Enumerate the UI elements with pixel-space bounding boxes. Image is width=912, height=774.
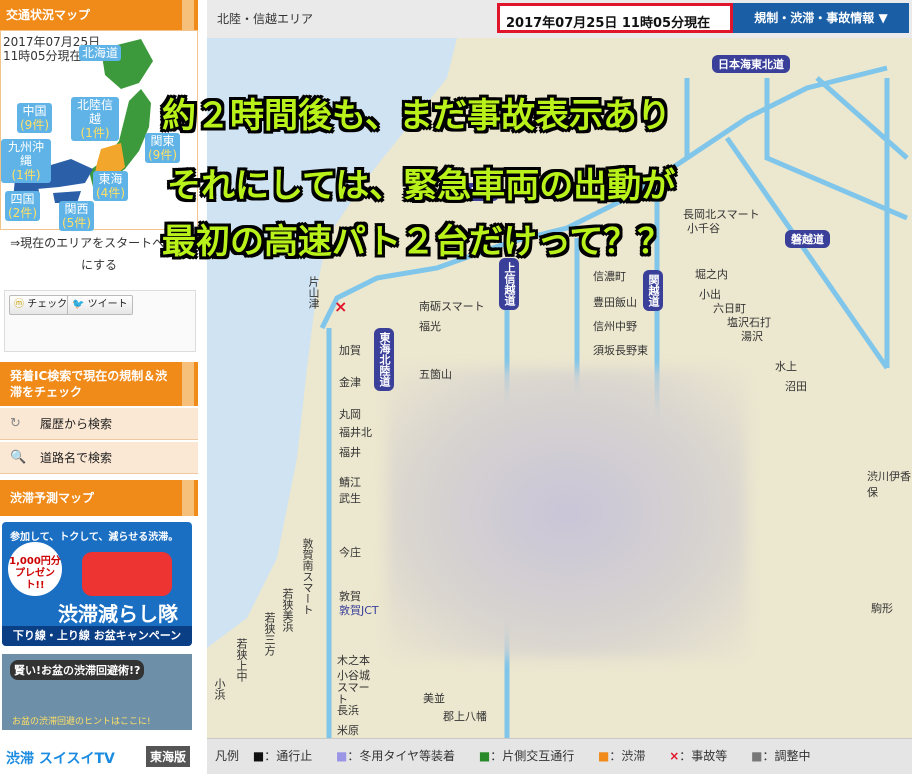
region-shikoku[interactable]: 四国 (2件) <box>5 191 40 221</box>
place-nanto[interactable]: 南砺スマート <box>419 298 485 314</box>
road-nihonkai-tohoku[interactable]: 日本海東北道 <box>712 55 790 73</box>
place-maruoka[interactable]: 丸岡 <box>339 406 361 422</box>
traffic-map[interactable]: × 日本海東北道 北陸道 上信越道 関越道 東海北陸道 磐越道 片山津 加賀 金… <box>207 38 912 738</box>
place-minami[interactable]: 美並 <box>423 690 445 706</box>
legend-item-alternating: ■：片側交互通行 <box>478 749 575 763</box>
chevron-right-icon <box>182 0 194 30</box>
place-takefu[interactable]: 武生 <box>339 490 361 506</box>
place-suzaka-naganohigashi[interactable]: 須坂長野東 <box>593 342 648 358</box>
ic-search-menu[interactable]: 発着IC検索で現在の規制＆渋滞をチェック <box>0 362 198 406</box>
check-button[interactable]: ⓜ チェック <box>9 295 73 315</box>
road-name-search-button[interactable]: 🔍 道路名で検索 <box>0 442 198 474</box>
chevron-right-icon <box>182 480 194 516</box>
region-kyushu-okinawa[interactable]: 九州沖縄 (1件) <box>1 139 51 183</box>
place-wakasa-mihama[interactable]: 若狭美浜 <box>279 588 295 632</box>
blurred-region <box>387 368 747 658</box>
road-kanetsu[interactable]: 関越道 <box>643 270 663 311</box>
social-buttons: ⓜ チェック 🐦 ツイート <box>4 290 196 352</box>
magnifier-icon: 🔍 <box>10 450 27 465</box>
place-minakami[interactable]: 水上 <box>775 358 797 374</box>
car-icon <box>82 552 172 596</box>
place-shibukawa[interactable]: 渋川伊香保 <box>867 468 912 500</box>
place-yuzawa[interactable]: 湯沢 <box>741 328 763 344</box>
congestion-forecast-menu[interactable]: 渋滞予測マップ <box>0 480 198 516</box>
place-maibara[interactable]: 米原 <box>337 722 359 738</box>
place-fukumitsu[interactable]: 福光 <box>419 318 441 334</box>
place-shinshu-nakano[interactable]: 信州中野 <box>593 318 637 334</box>
place-komagata[interactable]: 駒形 <box>871 600 893 616</box>
jam-reduction-campaign-banner[interactable]: 参加して、トクして、減らせる渋滞。 1,000円分プレゼント!! 渋滞減らし隊 … <box>2 522 192 646</box>
caption-line-2: それにしては、緊急車両の出動が <box>167 166 676 206</box>
place-fukui[interactable]: 福井 <box>339 444 361 460</box>
place-gokayama[interactable]: 五箇山 <box>419 366 452 382</box>
region-kansai[interactable]: 関西 (5件) <box>59 201 94 231</box>
region-tokai[interactable]: 東海 (4件) <box>93 171 128 201</box>
accident-marker: × <box>334 297 347 316</box>
timestamp-text: 2017年07月25日 11時05分現在 <box>506 16 711 31</box>
place-kinomoto[interactable]: 木之本 <box>337 652 370 668</box>
region-chugoku[interactable]: 中国 (9件) <box>17 103 52 133</box>
legend-item-closed: ■：通行止 <box>252 749 313 763</box>
legend-item-adjusting: ■：調整中 <box>751 749 811 763</box>
road-joshinetsu[interactable]: 上信越道 <box>499 258 519 310</box>
place-imajo[interactable]: 今庄 <box>339 544 361 560</box>
road-tokai-hokuriku[interactable]: 東海北陸道 <box>374 328 394 391</box>
legend-item-winter-tires: ■：冬用タイヤ等装着 <box>336 749 456 763</box>
place-nagahama[interactable]: 長浜 <box>337 702 359 718</box>
area-title: 北陸・信越エリア <box>217 12 314 26</box>
place-gujo[interactable]: 郡上八幡 <box>443 708 487 724</box>
place-kaga[interactable]: 加賀 <box>339 342 361 358</box>
traffic-map-header[interactable]: 交通状況マップ <box>0 0 198 30</box>
map-header: 北陸・信越エリア 2017年07月25日 11時05分現在 規制・渋滞・事故情報… <box>207 0 912 39</box>
history-search-button[interactable]: ↻ 履歴から検索 <box>0 408 198 440</box>
main-panel: 北陸・信越エリア 2017年07月25日 11時05分現在 規制・渋滞・事故情報… <box>162 0 912 774</box>
caption-line-1: 約２時間後も、まだ事故表示あり <box>162 96 671 136</box>
place-fukui-kita[interactable]: 福井北 <box>339 424 372 440</box>
refresh-icon: ↻ <box>10 416 21 431</box>
twitter-bird-icon: 🐦 <box>72 299 85 310</box>
place-numata[interactable]: 沼田 <box>785 378 807 394</box>
timestamp-box: 2017年07月25日 11時05分現在 <box>497 3 733 33</box>
suisui-tv-banner[interactable]: 渋滞 スイスイTV 東海版 <box>2 736 196 774</box>
restriction-info-dropdown[interactable]: 規制・渋滞・事故情報 ▼ <box>733 3 909 33</box>
place-kanazu[interactable]: 金津 <box>339 374 361 390</box>
place-katayamazu[interactable]: 片山津 <box>305 276 321 309</box>
place-wakasa-kaminaka[interactable]: 若狭上中 <box>233 638 249 682</box>
mixi-check-icon: ⓜ <box>14 299 24 310</box>
place-shinanomachi[interactable]: 信濃町 <box>593 268 626 284</box>
prize-badge: 1,000円分プレゼント!! <box>8 542 62 596</box>
place-sabae[interactable]: 鯖江 <box>339 474 361 490</box>
obon-tips-banner[interactable]: 賢い!お盆の渋滞回避術!? お盆の渋滞回避のヒントはここに! <box>2 654 192 730</box>
caption-line-3: 最初の高速パト２台だけって？？ <box>162 222 672 262</box>
region-hokkaido[interactable]: 北海道 <box>79 45 122 61</box>
region-hokuriku-shinetsu[interactable]: 北陸信越 (1件) <box>71 97 119 141</box>
place-toyota-iiyama[interactable]: 豊田飯山 <box>593 294 637 310</box>
place-tsuruga-minami[interactable]: 敦賀南スマート <box>299 538 315 615</box>
place-tsuruga-jct[interactable]: 敦賀JCT <box>339 602 379 618</box>
place-odanijo[interactable]: 小谷城スマート <box>337 670 377 706</box>
place-wakasa-mikata[interactable]: 若狭三方 <box>261 612 277 656</box>
legend-title: 凡例 <box>215 749 240 763</box>
legend-item-accident: ×：事故等 <box>669 749 728 763</box>
place-horinouchi[interactable]: 堀之内 <box>695 266 728 282</box>
legend-item-congestion: ■：渋滞 <box>598 749 646 763</box>
traffic-map-title: 交通状況マップ <box>6 8 91 22</box>
tweet-button[interactable]: 🐦 ツイート <box>67 295 133 315</box>
place-obama[interactable]: 小浜 <box>211 678 227 700</box>
chevron-right-icon <box>182 362 194 406</box>
map-legend: 凡例 ■：通行止 ■：冬用タイヤ等装着 ■：片側交互通行 ■：渋滞 ×：事故等 … <box>207 738 912 774</box>
